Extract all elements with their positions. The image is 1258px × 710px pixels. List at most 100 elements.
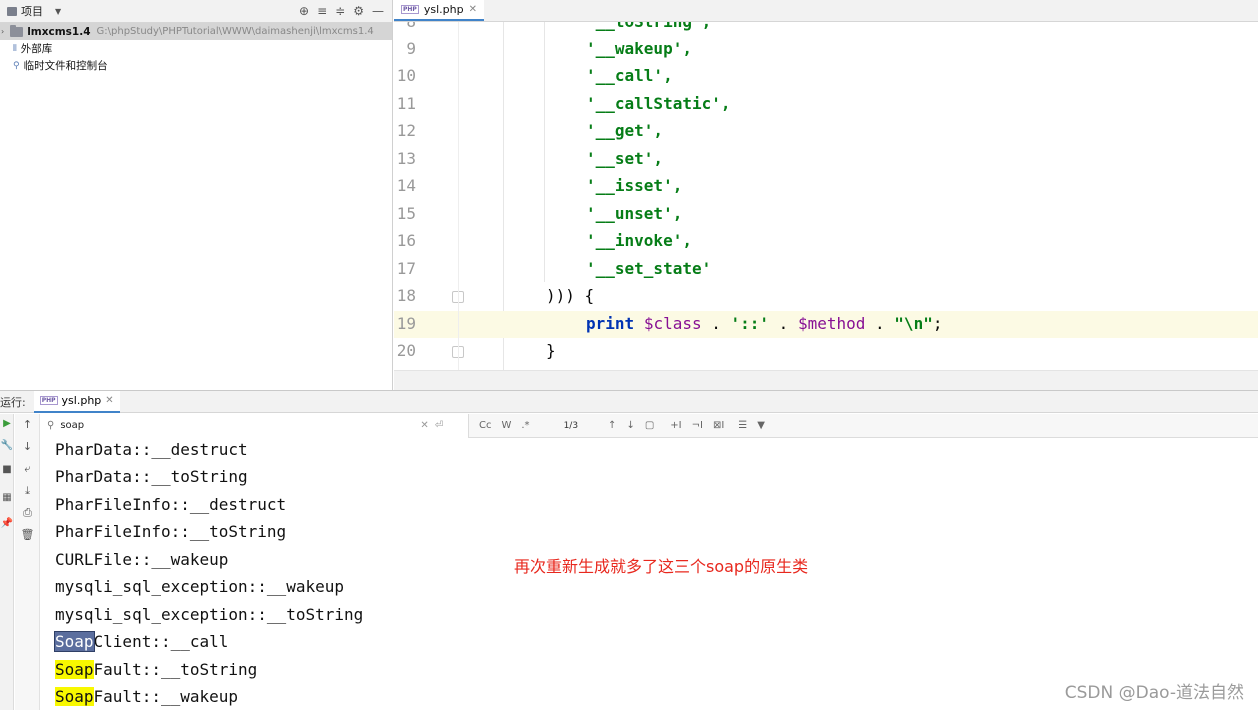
newline-icon[interactable]: ⏎ (435, 420, 443, 431)
remove-selection-icon[interactable]: ¬I (692, 420, 703, 431)
chevron-right-icon[interactable]: › (1, 27, 4, 36)
output-line: PharFileInfo::__toString (55, 522, 287, 541)
run-label: 运行: (0, 395, 26, 409)
chevron-down-icon: ▼ (55, 6, 62, 16)
tree-item-root[interactable]: › lmxcms1.4 G:\phpStudy\PHPTutorial\WWW\… (0, 23, 392, 40)
line-number: 8 (394, 22, 416, 31)
line-number: 14 (396, 176, 416, 195)
line-number: 11 (396, 94, 416, 113)
gear-icon[interactable]: ⚙ (353, 4, 364, 18)
tab-label: ysl.php (423, 2, 464, 16)
tree-item-scratches[interactable]: ⚲ 临时文件和控制台 (0, 57, 392, 74)
code-text: '__callStatic', (586, 94, 731, 113)
trash-icon[interactable]: 🗑 (15, 528, 40, 541)
project-toolbar: ⊕ ≡ ≑ ⚙ — (299, 4, 384, 18)
search-icon[interactable]: ⚲ (47, 420, 54, 431)
line-number: 20 (396, 341, 416, 360)
semicolon: ; (932, 314, 943, 333)
pin-icon[interactable]: 📌 (0, 518, 14, 529)
soft-wrap-icon[interactable]: ⤶ (15, 462, 40, 476)
library-icon: ⫴ (13, 43, 17, 54)
rerun-icon[interactable]: ▶ (0, 418, 14, 429)
php-file-icon: PHP (39, 396, 58, 405)
output-line: SoapClient::__call (54, 631, 228, 658)
options-icon[interactable]: ☰ (738, 420, 747, 431)
line-number: 19 (396, 314, 416, 333)
search-match-selected: Soap (54, 631, 95, 652)
run-left-toolbar: ▶ 🔧 ■ ▦ 📌 (0, 414, 14, 710)
variable-class: $class (643, 314, 702, 333)
editor-tabbar: PHP ysl.php ✕ (394, 0, 1258, 22)
code-line: 12 '__get', (394, 118, 1258, 145)
line-number: 9 (406, 39, 416, 58)
folder-icon (10, 24, 24, 37)
stop-icon[interactable]: ■ (0, 464, 14, 475)
output-line: PharData::__toString (55, 467, 248, 486)
code-text: '__get', (586, 121, 664, 140)
output-text: Fault::__wakeup (93, 687, 239, 706)
run-tab-ysl-php[interactable]: PHP ysl.php ✕ (33, 390, 120, 413)
code-line: 9 '__wakeup', (394, 36, 1258, 63)
add-selection-icon[interactable]: +I (670, 420, 681, 431)
regex-icon[interactable]: .* (521, 420, 529, 431)
arrow-down-icon[interactable]: ↓ (15, 440, 40, 453)
project-panel-header: 项目 ▼ ⊕ ≡ ≑ ⚙ — (0, 0, 392, 23)
search-match: Soap (55, 687, 94, 706)
expand-all-icon[interactable]: ≡ (317, 4, 327, 18)
print-icon[interactable]: ⎙ (15, 506, 40, 520)
line-number: 12 (396, 121, 416, 140)
locate-icon[interactable]: ⊕ (299, 4, 309, 18)
line-number: 13 (396, 149, 416, 168)
run-tabbar: 运行: PHP ysl.php ✕ (0, 390, 1258, 413)
horizontal-scrollbar[interactable] (394, 370, 1258, 390)
code-line: 17 '__set_state' (394, 256, 1258, 283)
output-line: CURLFile::__wakeup (55, 550, 229, 569)
annotation-text: 再次重新生成就多了这三个soap的原生类 (514, 557, 809, 576)
select-all-occurrences-icon[interactable]: ⊠I (713, 420, 724, 431)
project-header-label: 项目 (21, 5, 43, 18)
wrench-icon[interactable]: 🔧 (0, 440, 14, 451)
code-line: 15 '__unset', (394, 201, 1258, 228)
code-line: 13 '__set', (394, 146, 1258, 173)
code-text: '__set', (586, 149, 664, 168)
code-line: 18 ))) { (394, 283, 1258, 310)
next-match-icon[interactable]: ↓ (626, 420, 634, 431)
prev-match-icon[interactable]: ↑ (608, 420, 616, 431)
keyword-print: print (586, 314, 635, 333)
operator: . (769, 314, 798, 333)
code-line: 11 '__callStatic', (394, 91, 1258, 118)
project-view-selector[interactable]: 项目 ▼ (7, 3, 61, 19)
close-icon[interactable]: ✕ (105, 395, 113, 406)
string-literal: "\n" (894, 314, 933, 333)
console-search-bar: ⚲ ✕ ⏎ Cc W .* 1/3 ↑ ↓ ▢ +I ¬I ⊠I ☰ ▼ (41, 413, 1258, 438)
search-box: ⚲ ✕ ⏎ (41, 413, 469, 438)
layout-icon[interactable]: ▦ (0, 492, 14, 503)
match-counter: 1/3 (563, 420, 579, 431)
select-all-icon[interactable]: ▢ (645, 420, 654, 431)
whole-words-icon[interactable]: W (501, 420, 511, 431)
tab-ysl-php[interactable]: PHP ysl.php ✕ (394, 0, 484, 21)
clear-icon[interactable]: ✕ (420, 420, 428, 431)
code-area[interactable]: 8 '__toString', 9 '__wakeup', 10 '__call… (394, 22, 1258, 370)
collapse-all-icon[interactable]: ≑ (335, 4, 345, 18)
output-line: SoapFault::__toString (55, 660, 257, 686)
string-literal: '::' (730, 314, 770, 333)
code-line-current: 19 print $class . '::' . $method . "\n"; (394, 311, 1258, 338)
scroll-to-end-icon[interactable]: ⤓ (15, 484, 40, 498)
search-input[interactable] (60, 420, 421, 431)
match-case-icon[interactable]: Cc (479, 420, 491, 431)
gutter-divider (458, 22, 459, 370)
ide-window: 项目 ▼ ⊕ ≡ ≑ ⚙ — › lmxcms1.4 G:\phpStudy\P… (0, 0, 1258, 710)
hide-icon[interactable]: — (372, 4, 384, 18)
close-icon[interactable]: ✕ (469, 4, 477, 15)
filter-icon[interactable]: ▼ (757, 420, 765, 431)
line-number: 17 (396, 259, 416, 278)
code-line: 8 '__toString', (394, 22, 1258, 36)
code-text: '__invoke', (586, 231, 692, 250)
line-number: 16 (396, 231, 416, 250)
operator: . (701, 314, 731, 333)
arrow-up-icon[interactable]: ↑ (15, 418, 40, 431)
tree-item-external-libraries[interactable]: ⫴ 外部库 (0, 40, 392, 57)
project-folder-icon (7, 6, 17, 16)
project-panel: 项目 ▼ ⊕ ≡ ≑ ⚙ — › lmxcms1.4 G:\phpStudy\P… (0, 0, 393, 390)
